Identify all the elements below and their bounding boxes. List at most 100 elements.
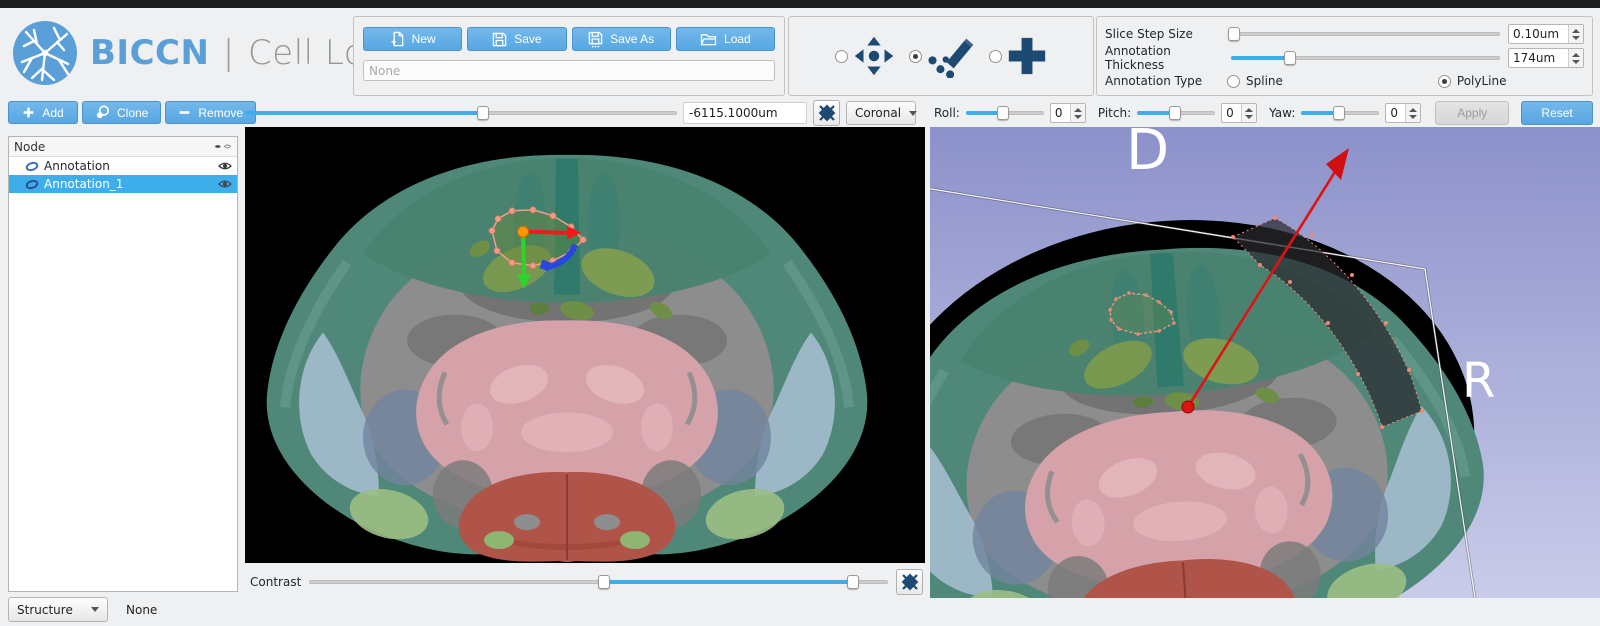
pitch-slider[interactable] (1137, 105, 1216, 121)
save-button-label: Save (514, 32, 542, 46)
apply-button[interactable]: Apply (1435, 101, 1510, 125)
orientation-dropdown[interactable]: Coronal (846, 101, 918, 125)
pitch-label: Pitch: (1097, 106, 1132, 120)
new-button-label: New (411, 32, 436, 46)
pitch-spinbox[interactable]: 0 (1221, 103, 1258, 123)
fit-contrast-view-button[interactable] (896, 568, 923, 595)
contrast-low-handle[interactable] (598, 574, 611, 589)
annotation-node-panel: Node Annotation Annotation_1 (8, 136, 238, 592)
roll-spin-arrows[interactable] (1069, 104, 1085, 122)
remove-button-label: Remove (198, 105, 244, 120)
apply-button-label: Apply (1457, 106, 1488, 120)
clone-icon (96, 105, 110, 119)
load-button-label: Load (724, 32, 751, 46)
draw-pencil-icon (928, 38, 974, 78)
crosshair-plus-icon (1008, 37, 1046, 75)
slice-step-label: Slice Step Size (1105, 27, 1193, 41)
draw-annotation-mode-option[interactable] (909, 34, 975, 78)
visibility-eye-icon[interactable] (218, 161, 232, 171)
volume-3d-view[interactable]: D R (930, 123, 1600, 598)
polyline-label: PolyLine (1456, 74, 1507, 88)
node-row-label: Annotation (44, 159, 110, 173)
structure-dropdown[interactable]: Structure (8, 597, 108, 622)
yaw-label: Yaw: (1269, 106, 1296, 120)
annotation-thickness-spin-arrows[interactable] (1568, 49, 1583, 67)
node-row-annotation[interactable]: Annotation (9, 157, 237, 175)
clone-button-label: Clone (117, 105, 149, 120)
biccn-logo-icon (13, 21, 77, 85)
reset-button[interactable]: Reset (1521, 101, 1593, 125)
roll-label: Roll: (934, 106, 960, 120)
slice-step-spinbox[interactable]: 0.10um (1508, 24, 1584, 44)
yaw-value: 0 (1390, 106, 1398, 120)
slice-toolbar: -6115.1000um Coronal Roll: 0 Pitch: 0 Ya… (245, 100, 1593, 126)
slice-step-slider[interactable] (1227, 26, 1500, 42)
window-top-edge (0, 0, 1600, 8)
pitch-spin-arrows[interactable] (1241, 104, 1257, 122)
structure-dropdown-label: Structure (17, 602, 73, 617)
annotation-type-polyline-option[interactable]: PolyLine (1437, 74, 1507, 88)
slice-step-slider-handle[interactable] (1227, 27, 1240, 41)
polyline-radio[interactable] (1437, 74, 1451, 88)
chevron-down-icon (91, 607, 99, 612)
annotation-type-spline-option[interactable]: Spline (1227, 74, 1283, 88)
annotation-thickness-slider-handle[interactable] (1284, 51, 1297, 65)
yaw-slider[interactable] (1301, 105, 1380, 121)
roll-spinbox[interactable]: 0 (1049, 103, 1086, 123)
pan-mode-option[interactable] (835, 35, 895, 77)
draw-mode-radio[interactable] (909, 49, 922, 63)
interaction-mode-group (788, 16, 1094, 96)
slice-offset-slider-handle[interactable] (476, 106, 489, 120)
slice-step-spin-arrows[interactable] (1568, 25, 1583, 43)
slice-offset-value-field[interactable]: -6115.1000um (683, 102, 807, 124)
pitch-slider-handle[interactable] (1168, 106, 1181, 120)
file-toolbar-group: New Save Save As Load None (353, 16, 785, 96)
clone-annotation-button[interactable]: Clone (82, 101, 162, 124)
slice-step-value: 0.10um (1513, 27, 1560, 41)
annotation-thickness-slider[interactable] (1231, 50, 1500, 66)
add-button-label: Add (42, 105, 64, 120)
roll-slider-handle[interactable] (997, 106, 1010, 120)
save-button[interactable]: Save (467, 27, 567, 51)
annotation-type-row: Annotation Type Spline PolyLine (1105, 71, 1584, 91)
annotation-loop-icon (25, 179, 39, 189)
orientation-value: Coronal (855, 106, 902, 120)
slice-2d-view[interactable] (245, 127, 925, 563)
add-point-mode-option[interactable] (989, 36, 1047, 76)
spline-label: Spline (1246, 74, 1283, 88)
fit-view-icon (818, 104, 835, 122)
contrast-high-handle[interactable] (847, 574, 860, 589)
yaw-spinbox[interactable]: 0 (1385, 103, 1422, 123)
fit-slice-view-button[interactable] (813, 100, 840, 126)
annotation-loop-icon (25, 161, 39, 171)
roll-slider[interactable] (965, 105, 1044, 121)
yaw-spin-arrows[interactable] (1405, 104, 1421, 122)
contrast-range-slider[interactable] (309, 574, 888, 590)
new-button[interactable]: New (363, 27, 463, 51)
save-as-button-label: Save As (610, 32, 655, 46)
filename-input[interactable] (363, 60, 775, 81)
annotation-thickness-spinbox[interactable]: 174um (1508, 48, 1584, 68)
reset-button-label: Reset (1541, 106, 1573, 120)
annotation-type-label: Annotation Type (1105, 74, 1203, 88)
brand-name: BICCN (90, 33, 210, 73)
visibility-column-header-icon[interactable] (214, 140, 232, 154)
save-as-button[interactable]: Save As (571, 27, 671, 51)
minus-icon (179, 111, 190, 114)
slice-offset-slider[interactable] (245, 105, 677, 121)
pan-move-icon (854, 36, 894, 76)
contrast-bar: Contrast (245, 563, 925, 600)
yaw-slider-handle[interactable] (1332, 106, 1345, 120)
remove-annotation-button[interactable]: Remove (165, 101, 257, 124)
slice-offset-value: -6115.1000um (689, 106, 778, 120)
visibility-eye-icon[interactable] (218, 179, 232, 189)
add-point-mode-radio[interactable] (989, 49, 1002, 63)
node-list-header[interactable]: Node (9, 137, 237, 157)
add-annotation-button[interactable]: Add (8, 101, 78, 124)
load-button[interactable]: Load (675, 27, 775, 51)
spline-radio[interactable] (1227, 74, 1240, 88)
pan-mode-radio[interactable] (835, 49, 848, 63)
node-row-annotation-1[interactable]: Annotation_1 (9, 175, 237, 193)
annotation-thickness-row: Annotation Thickness 174um (1105, 44, 1584, 72)
slice-step-row: Slice Step Size 0.10um (1105, 23, 1584, 45)
